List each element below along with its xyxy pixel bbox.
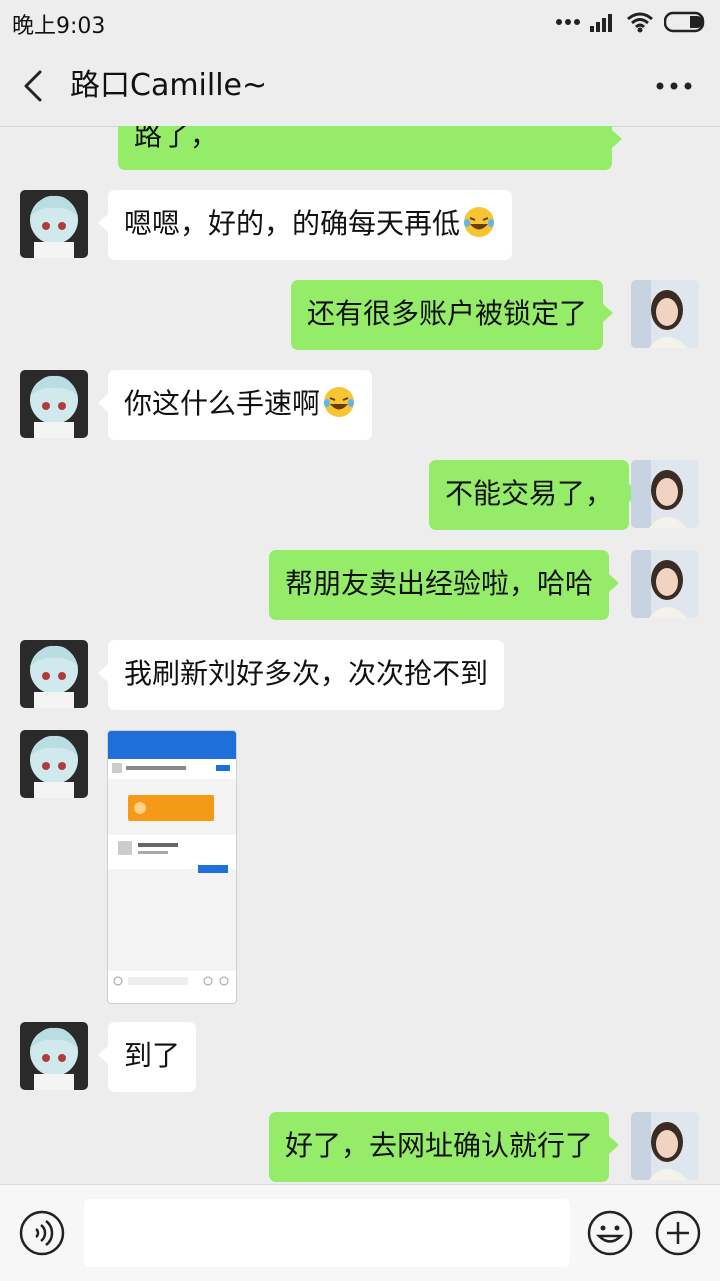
status-icons [556,10,708,34]
message-input[interactable] [84,1199,570,1267]
status-bar: 晚上9:03 [0,0,720,44]
message-text: 我刷新刘好多次，次次抢不到 [124,657,489,690]
voice-input-icon[interactable] [18,1209,66,1257]
laughing-tears-emoji-icon [464,207,495,237]
battery-icon [664,11,705,33]
message-text: 帮朋友卖出经验啦，哈哈 [285,567,594,600]
more-options-icon[interactable] [654,74,694,98]
message-text: 到了 [124,1039,181,1072]
message-list[interactable]: 路了， 嗯嗯，好的，的确每天再低 还有很多账户被锁定了 你这什么手速啊 不能交易… [0,126,720,1184]
message-text: 还有很多账户被锁定了 [307,297,588,330]
status-time: 晚上9:03 [12,14,106,39]
message-text: 好了，去网址确认就行了 [285,1129,594,1162]
contact-avatar[interactable] [20,640,88,708]
laughing-tears-emoji-icon [324,387,355,417]
message-bubble-incoming[interactable]: 到了 [97,1022,197,1092]
plus-icon[interactable] [654,1209,702,1257]
more-dots-icon [556,19,580,25]
contact-avatar[interactable] [20,190,88,258]
contact-avatar[interactable] [20,370,88,438]
image-message-thumbnail[interactable] [107,730,237,1004]
wifi-icon [627,12,653,33]
my-avatar[interactable] [631,460,699,528]
message-text: 嗯嗯，好的，的确每天再低 [124,207,461,240]
message-bubble-outgoing[interactable]: 不能交易了， [429,460,640,530]
my-avatar[interactable] [631,280,699,348]
message-bubble-outgoing[interactable]: 路了， [118,126,622,170]
screenshot-preview [108,731,236,1003]
my-avatar[interactable] [631,1112,699,1180]
back-arrow-icon[interactable] [18,66,50,106]
message-text: 不能交易了， [445,477,614,510]
chat-header: 路口Camille~ [0,44,720,127]
message-bubble-incoming[interactable]: 嗯嗯，好的，的确每天再低 [97,190,513,260]
emoji-icon[interactable] [586,1209,634,1257]
signal-icon [590,14,612,32]
message-bubble-incoming[interactable]: 我刷新刘好多次，次次抢不到 [97,640,505,710]
my-avatar[interactable] [631,550,699,618]
input-bar [0,1184,720,1281]
message-text: 你这什么手速啊 [124,387,321,420]
message-bubble-outgoing[interactable]: 还有很多账户被锁定了 [291,280,614,350]
message-bubble-outgoing[interactable]: 帮朋友卖出经验啦，哈哈 [269,550,620,620]
message-bubble-outgoing[interactable]: 好了，去网址确认就行了 [269,1112,620,1182]
contact-avatar[interactable] [20,1022,88,1090]
contact-avatar[interactable] [20,730,88,798]
chat-title: 路口Camille~ [70,68,268,103]
message-text: 路了， [134,126,219,152]
message-bubble-incoming[interactable]: 你这什么手速啊 [97,370,373,440]
